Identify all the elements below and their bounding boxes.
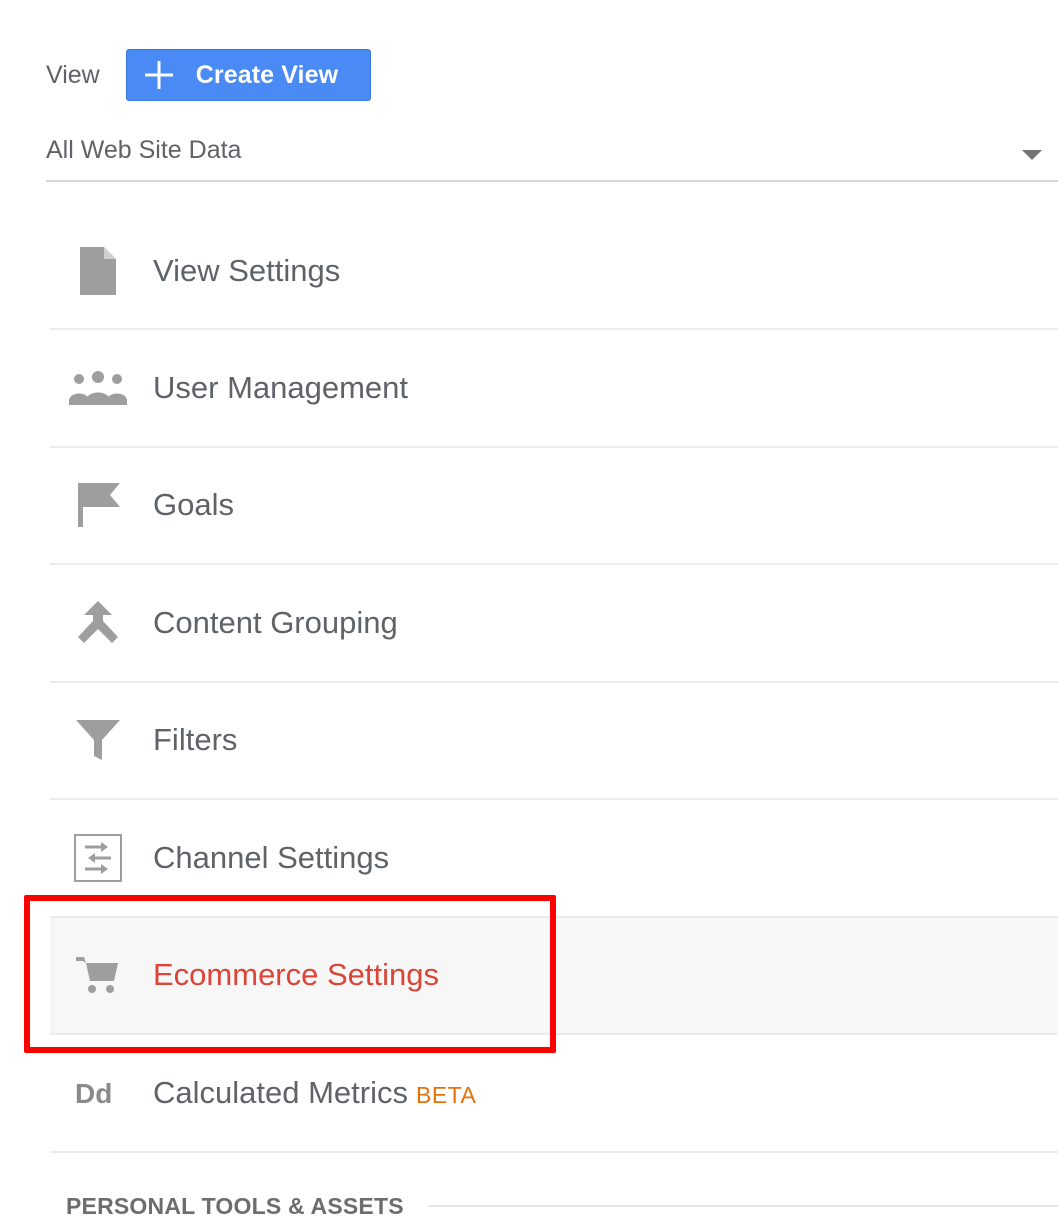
section-divider <box>427 1205 1058 1207</box>
view-select-value: All Web Site Data <box>46 135 242 164</box>
calculated-metrics-text: Calculated Metrics <box>153 1074 408 1110</box>
calculated-metrics-icon: Dd <box>68 1067 128 1119</box>
menu-item-ecommerce-settings[interactable]: Ecommerce Settings <box>50 917 1058 1035</box>
view-menu: View Settings User Management Goals Cont… <box>50 214 1058 1153</box>
caret-down-icon <box>1022 150 1042 160</box>
plus-icon <box>144 61 173 89</box>
flag-icon <box>68 479 128 531</box>
document-icon <box>68 245 128 297</box>
menu-item-filters[interactable]: Filters <box>50 683 1058 800</box>
menu-item-label: Content Grouping <box>153 604 398 640</box>
menu-item-user-management[interactable]: User Management <box>50 330 1058 448</box>
menu-item-label: Filters <box>153 722 238 758</box>
filter-icon <box>68 714 128 766</box>
menu-item-content-grouping[interactable]: Content Grouping <box>50 565 1058 683</box>
merge-arrow-icon <box>68 597 128 649</box>
view-select[interactable]: All Web Site Data <box>46 124 1058 182</box>
personal-tools-section-header: PERSONAL TOOLS & ASSETS <box>66 1188 1058 1224</box>
create-view-label: Create View <box>195 60 339 89</box>
beta-badge: BETA <box>415 1081 477 1108</box>
menu-item-calculated-metrics[interactable]: Dd Calculated Metrics BETA <box>50 1035 1058 1153</box>
menu-item-channel-settings[interactable]: Channel Settings <box>50 800 1058 918</box>
menu-item-label: View Settings <box>153 253 341 288</box>
menu-item-goals[interactable]: Goals <box>50 448 1058 565</box>
section-title: PERSONAL TOOLS & ASSETS <box>66 1192 404 1219</box>
create-view-button[interactable]: Create View <box>125 49 371 101</box>
menu-item-label: User Management <box>153 369 409 405</box>
view-header: View Create View <box>46 48 371 102</box>
menu-item-label: Channel Settings <box>153 839 390 875</box>
menu-item-label: Calculated Metrics BETA <box>153 1075 476 1111</box>
view-label: View <box>46 60 100 89</box>
channel-settings-icon <box>68 832 128 884</box>
people-icon <box>68 362 128 414</box>
menu-item-label: Ecommerce Settings <box>153 957 439 993</box>
menu-item-label: Goals <box>153 487 234 523</box>
svg-text:Dd: Dd <box>75 1078 112 1109</box>
cart-icon <box>68 949 128 1001</box>
menu-item-view-settings[interactable]: View Settings <box>50 214 1058 330</box>
